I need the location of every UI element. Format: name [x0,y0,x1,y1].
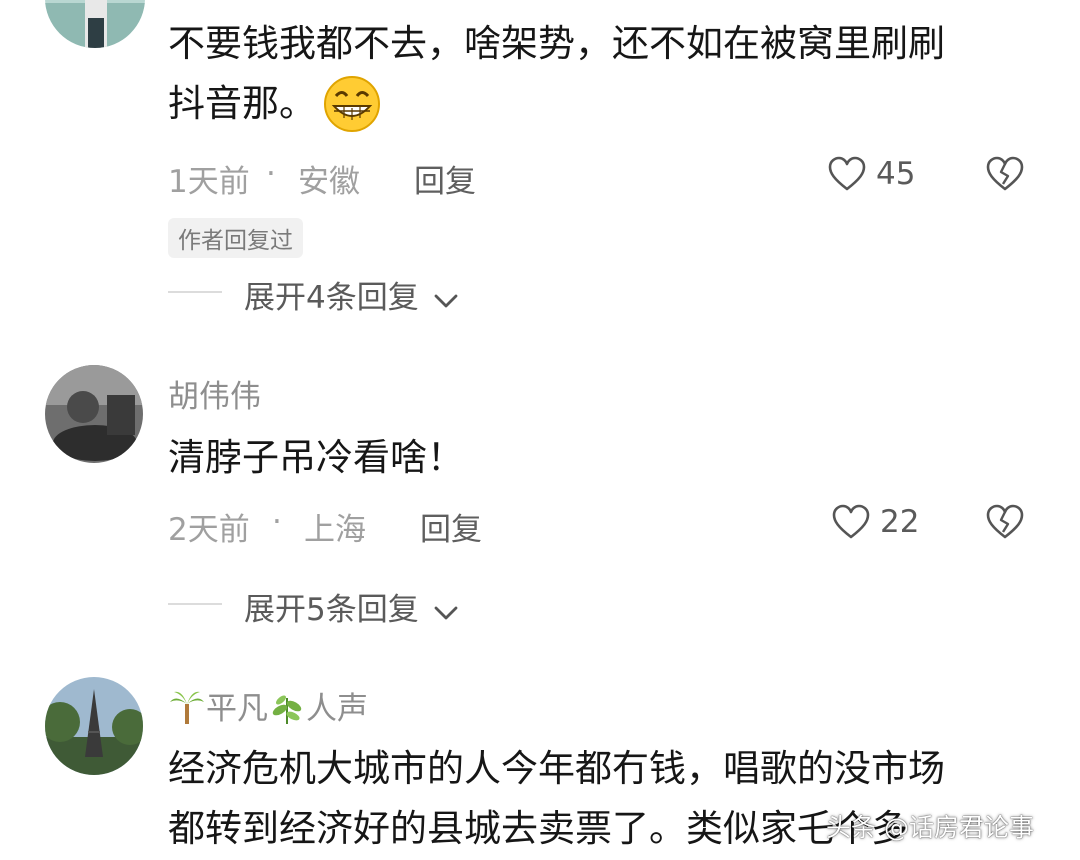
avatar[interactable] [45,677,143,775]
expand-replies-button[interactable]: 展开4条回复 [244,272,459,318]
expand-replies-button[interactable]: 展开5条回复 [244,584,459,630]
comment-text-line: 经济危机大城市的人今年都冇钱，唱歌的没市场 [168,747,945,790]
heart-icon[interactable] [832,504,870,544]
palm-tree-icon [168,688,206,734]
author-replied-badge: 作者回复过 [168,218,303,258]
username[interactable]: 胡伟伟 [168,371,261,416]
comment-text-line: 都转到经济好的县城去卖票了。类似家乇个多 [168,807,908,850]
comment-location: 安徽 [298,164,360,200]
expand-replies-label: 展开5条回复 [244,592,419,628]
herb-icon [268,688,306,734]
meta-separator: · [272,504,282,540]
reply-button[interactable]: 回复 [420,504,482,549]
avatar[interactable] [45,0,145,48]
comment-text-line: 抖音那。 [168,82,316,125]
comment-time: 2天前 [168,512,250,548]
avatar[interactable] [45,365,143,463]
comment-location: 上海 [304,512,366,548]
comment-text-line: 清脖子吊冷看啥！ [168,436,464,479]
comment-text-line: 不要钱我都不去，啥架势，还不如在被窝里刷刷 [168,22,945,65]
chevron-down-icon [433,282,459,318]
like-count: 45 [876,156,916,192]
meta-separator: · [266,156,276,192]
divider [168,291,222,293]
reply-button[interactable]: 回复 [414,156,476,201]
username-part: 平凡 [206,691,268,727]
like-count: 22 [880,504,920,540]
heart-icon[interactable] [828,156,866,196]
username-part: 人声 [306,691,368,727]
grinning-face-icon [322,74,382,138]
watermark: 头条 @话房君论事 [826,813,1034,842]
broken-heart-icon[interactable] [986,504,1024,544]
broken-heart-icon[interactable] [986,156,1024,196]
chevron-down-icon [433,594,459,630]
username[interactable]: 平凡 人声 [168,683,368,734]
expand-replies-label: 展开4条回复 [244,280,419,316]
divider [168,603,222,605]
comment-time: 1天前 [168,164,250,200]
